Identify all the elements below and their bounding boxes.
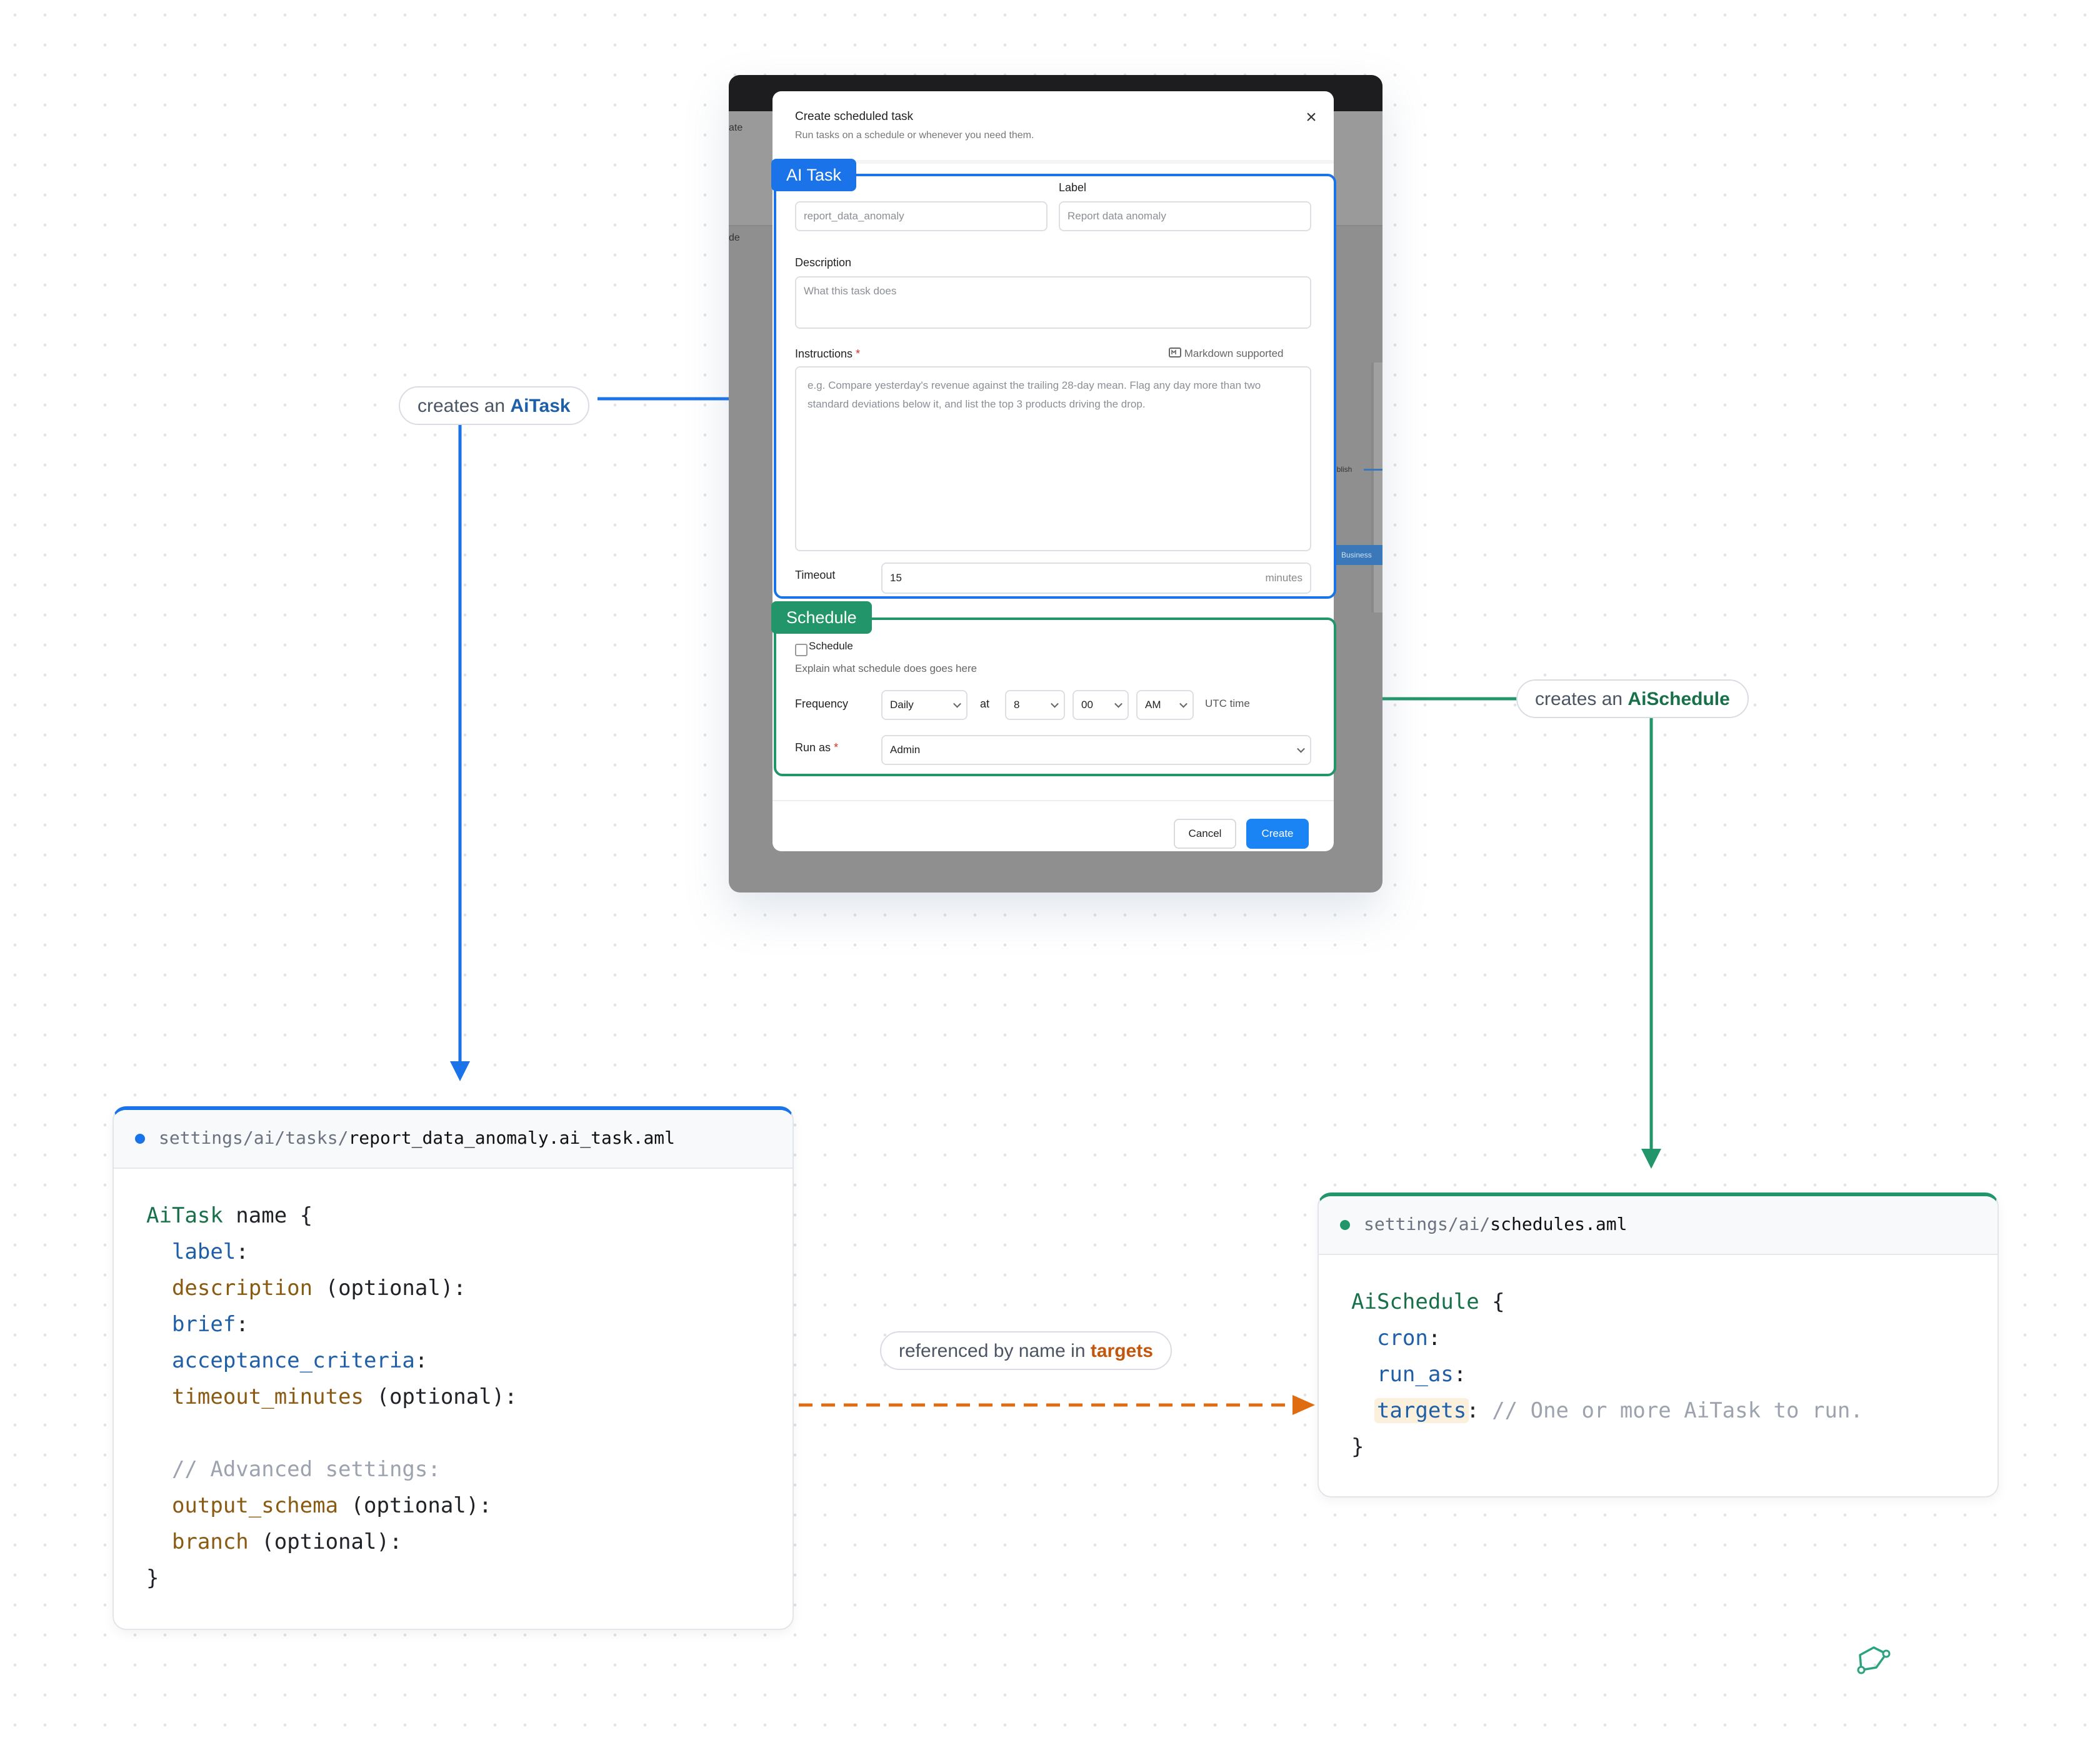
bg-text-fragment: de <box>729 232 740 243</box>
footer-divider <box>772 800 1334 801</box>
aitask-arrow-head <box>450 1061 470 1081</box>
reference-arrow-head <box>1292 1395 1315 1415</box>
ai-task-tag: AI Task <box>771 159 857 191</box>
bg-node: Business <box>1336 545 1382 565</box>
bg-text-fragment: ate <box>729 122 743 133</box>
cancel-button[interactable]: Cancel <box>1174 819 1236 849</box>
schedule-tag: Schedule <box>771 601 872 634</box>
card-header: settings/ai/schedules.aml <box>1319 1196 1998 1255</box>
file-dot <box>1340 1220 1350 1230</box>
close-icon[interactable]: × <box>1299 105 1324 130</box>
targets-highlight: targets <box>1374 1398 1469 1423</box>
file-dot <box>135 1134 145 1144</box>
card-header: settings/ai/tasks/report_data_anomaly.ai… <box>114 1110 792 1169</box>
code-block: AiSchedule { cron: run_as: targets: // O… <box>1351 1289 1863 1459</box>
referenced-by-pill: referenced by name in targets <box>880 1331 1172 1370</box>
logo-icon <box>1857 1646 1891 1674</box>
creates-aitask-pill: creates an AiTask <box>399 386 589 425</box>
file-path: settings/ai/schedules.aml <box>1364 1214 1628 1234</box>
modal-divider <box>772 160 1334 164</box>
ai-task-section-outline <box>774 174 1336 599</box>
creates-aischedule-pill: creates an AiSchedule <box>1516 679 1749 718</box>
modal-title: Create scheduled task <box>795 110 914 123</box>
code-block: AiTask name { label: description (option… <box>146 1203 518 1591</box>
modal-subtitle: Run tasks on a schedule or whenever you … <box>795 130 1034 141</box>
create-button[interactable]: Create <box>1246 819 1309 849</box>
aischedule-arrow-head <box>1641 1149 1661 1169</box>
bg-line <box>1364 469 1382 471</box>
bg-panel <box>1371 362 1382 612</box>
ai-schedule-file-card: settings/ai/schedules.aml AiSchedule { c… <box>1318 1192 1999 1498</box>
ai-task-file-card: settings/ai/tasks/report_data_anomaly.ai… <box>112 1106 794 1630</box>
schedule-section-outline <box>774 618 1336 776</box>
file-path: settings/ai/tasks/report_data_anomaly.ai… <box>159 1128 676 1148</box>
